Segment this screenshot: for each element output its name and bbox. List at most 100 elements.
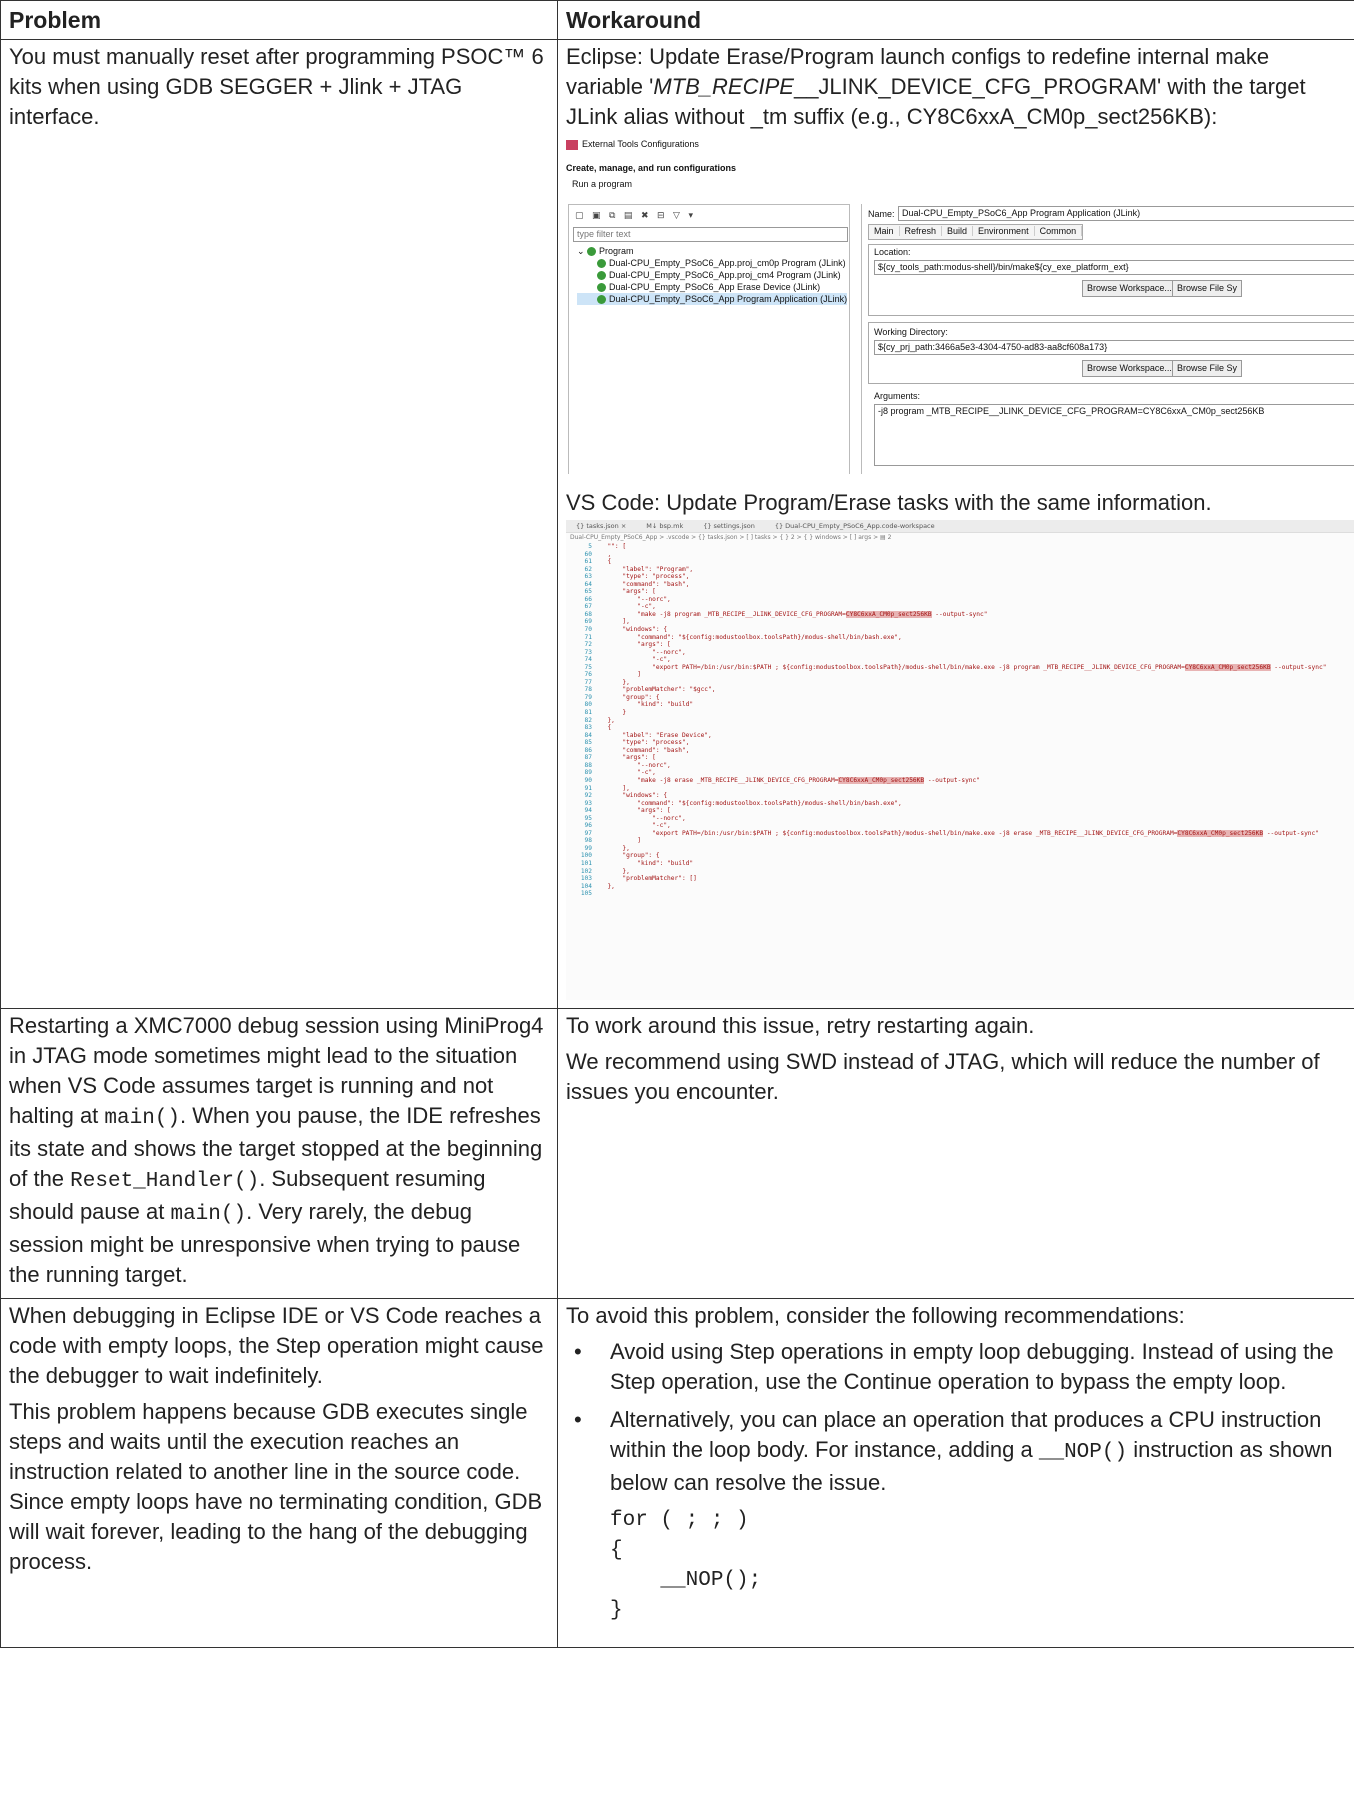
line-number: 95 (584, 814, 592, 822)
vscode-tabs: {} tasks.json × M↓ bsp.mk{} settings.json… (566, 520, 1354, 533)
code-line: 92 "windows": { (566, 792, 1354, 800)
tab-workspace[interactable]: {} Dual-CPU_Empty_PSoC6_App.code-workspa… (765, 522, 945, 530)
eclipse-filter-input[interactable]: type filter text (573, 227, 848, 242)
line-number: 98 (584, 837, 592, 845)
code-line: 63 "type": "process", (566, 573, 1354, 581)
code-line: 65 "args": [ (566, 588, 1354, 596)
line-text: "-c", (600, 769, 656, 777)
line-text: ], (600, 618, 630, 626)
tree-item[interactable]: Dual-CPU_Empty_PSoC6_App.proj_cm0p Progr… (577, 257, 847, 269)
header-problem: Problem (0, 0, 558, 40)
line-text: } (600, 709, 627, 717)
table-row: Restarting a XMC7000 debug session using… (0, 1008, 1354, 1299)
vscode-instruction: VS Code: Update Program/Erase tasks with… (566, 490, 1212, 515)
code-line: 93 "command": "${config:modustoolbox.too… (566, 800, 1354, 808)
line-number: 80 (584, 701, 592, 709)
line-number: 72 (584, 641, 592, 649)
line-number: 83 (584, 724, 592, 732)
code-line: 96 "-c", (566, 822, 1354, 830)
code-main-2: main() (170, 1203, 247, 1226)
tab-build[interactable]: Build (942, 226, 974, 236)
line-text: ] (600, 837, 641, 845)
code-line: 98 ] (566, 837, 1354, 845)
browse-file-button[interactable]: Browse File Sy (1172, 280, 1243, 297)
line-text: "windows": { (600, 792, 668, 800)
code-line: 62 "label": "Program", (566, 566, 1354, 574)
code-line: 95 "--norc", (566, 815, 1354, 823)
eclipse-config-tree: ⌄ Program Dual-CPU_Empty_PSoC6_App.proj_… (577, 245, 848, 305)
eclipse-subheading: Run a program (572, 179, 633, 189)
line-text: , (600, 550, 612, 558)
line-text: ], (600, 784, 630, 792)
tab-common[interactable]: Common (1034, 226, 1083, 236)
line-text: "group": { (600, 852, 660, 860)
tree-item[interactable]: Dual-CPU_Empty_PSoC6_App.proj_cm4 Progra… (577, 269, 847, 281)
line-number: 101 (580, 859, 592, 867)
eclipse-config-list-panel: ▢ ▣ ⧉ ▤ ✖ ⊟ ▽ ▾ type filter text ⌄ Progr… (568, 204, 850, 474)
problem-text: This problem happens because GDB execute… (9, 1399, 543, 1574)
location-field[interactable]: ${cy_tools_path:modus-shell}/bin/make${c… (874, 260, 1354, 275)
line-text: "-c", (600, 822, 671, 830)
bullet: • (574, 1407, 582, 1432)
code-line: 88 "--norc", (566, 762, 1354, 770)
line-text: "kind": "build" (600, 701, 694, 709)
highlighted-alias: CY8C6xxA_CM0p_sect256KB (845, 610, 932, 618)
line-number: 102 (580, 867, 592, 875)
code-line: 76 ] (566, 671, 1354, 679)
eclipse-heading: Create, manage, and run configurations (566, 163, 737, 173)
line-number: 60 (584, 550, 592, 558)
line-number: 74 (584, 656, 592, 664)
code-line: 102 }, (566, 868, 1354, 876)
code-line: 64 "command": "bash", (566, 581, 1354, 589)
arguments-field[interactable]: -j8 program _MTB_RECIPE__JLINK_DEVICE_CF… (874, 404, 1354, 466)
browse-workspace-button[interactable]: Browse Workspace... (1082, 280, 1177, 297)
line-number: 97 (584, 829, 592, 837)
browse-workspace-button-2[interactable]: Browse Workspace... (1082, 360, 1177, 377)
line-number: 93 (584, 799, 592, 807)
code-line: 66 "--norc", (566, 596, 1354, 604)
tab-bsp-mk[interactable]: M↓ bsp.mk (636, 522, 693, 530)
line-number: 78 (584, 686, 592, 694)
line-text: "kind": "build" (600, 859, 694, 867)
line-number: 103 (580, 875, 592, 883)
line-text: "problemMatcher": "$gcc", (600, 686, 716, 694)
workdir-field[interactable]: ${cy_prj_path:3466a5e3-4304-4750-ad83-aa… (874, 340, 1354, 355)
tab-main[interactable]: Main (869, 226, 900, 236)
tab-settings-json[interactable]: {} settings.json (693, 522, 765, 530)
tree-item[interactable]: Dual-CPU_Empty_PSoC6_App Erase Device (J… (577, 281, 847, 293)
line-number: 85 (584, 739, 592, 747)
tree-root[interactable]: ⌄ Program (577, 245, 847, 257)
code-line: 89 "-c", (566, 769, 1354, 777)
highlighted-alias: CY8C6xxA_CM0p_sect256KB (838, 776, 925, 784)
line-number: 62 (584, 565, 592, 573)
line-text: "args": [ (600, 807, 671, 815)
code-line: 5 "": [ (566, 543, 1354, 551)
line-number: 67 (584, 603, 592, 611)
tab-environment[interactable]: Environment (973, 226, 1035, 236)
name-field[interactable]: Dual-CPU_Empty_PSoC6_App Program Applica… (898, 206, 1354, 221)
tree-item-selected[interactable]: Dual-CPU_Empty_PSoC6_App Program Applica… (577, 293, 848, 305)
line-number: 82 (584, 716, 592, 724)
code-line: 77 }, (566, 679, 1354, 687)
highlighted-alias: CY8C6xxA_CM0p_sect256KB (1177, 829, 1264, 837)
line-text: "-c", (600, 656, 671, 664)
code-line: 70 "windows": { (566, 626, 1354, 634)
browse-file-button-2[interactable]: Browse File Sy (1172, 360, 1243, 377)
line-text: "args": [ (600, 588, 656, 596)
line-text: "--norc", (600, 648, 686, 656)
code-line: 94 "args": [ (566, 807, 1354, 815)
workaround-cell: To avoid this problem, consider the foll… (557, 1298, 1354, 1648)
tab-tasks-json[interactable]: {} tasks.json × (566, 522, 636, 530)
vscode-breadcrumb: Dual-CPU_Empty_PSoC6_App > .vscode > {} … (570, 534, 892, 541)
tab-refresh[interactable]: Refresh (899, 226, 943, 236)
code-line: 91 ], (566, 785, 1354, 793)
line-number: 71 (584, 633, 592, 641)
code-block: for ( ; ; ) { __NOP(); } (610, 1509, 762, 1622)
line-number: 5 (588, 543, 592, 550)
line-text: }, (600, 716, 615, 724)
code-reset-handler: Reset_Handler() (70, 1170, 260, 1193)
vscode-code-lines: 5 "": [60 , 61 {62 "label": "Program", 63 … (566, 543, 1354, 898)
line-text: "make -j8 program _MTB_RECIPE__JLINK_DEV… (600, 610, 846, 618)
code-line: 83 { (566, 724, 1354, 732)
eclipse-screenshot: External Tools Configurations Create, ma… (566, 136, 1354, 474)
